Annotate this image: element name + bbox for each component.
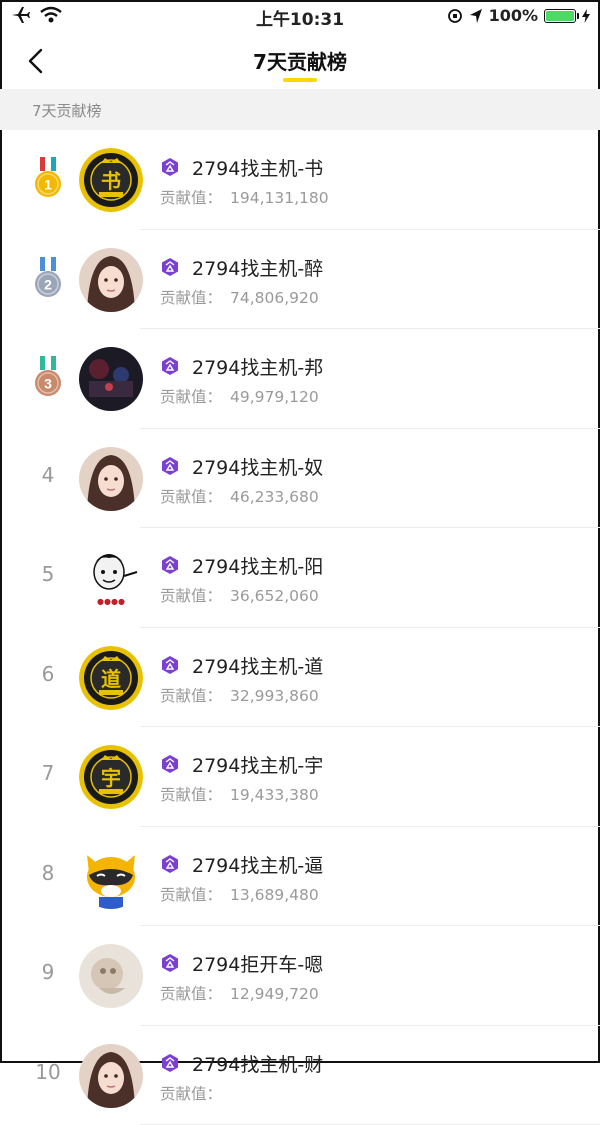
- level-badge-icon: [160, 655, 180, 675]
- charging-icon: [582, 9, 590, 23]
- leaderboard-list: 1 书 2794找主机-书 贡献值： 194,131,180 2: [0, 130, 600, 1125]
- rank-number: 7: [30, 761, 66, 785]
- user-name: 2794找主机-邦: [192, 353, 323, 380]
- level-badge-icon: [160, 754, 180, 774]
- status-right: 100%: [447, 6, 590, 25]
- contribution-label: 贡献值：: [160, 886, 222, 904]
- contribution-label: 贡献值：: [160, 289, 222, 307]
- avatar[interactable]: 宇: [79, 745, 143, 809]
- contribution-label: 贡献值：: [160, 587, 222, 605]
- level-badge-icon: [160, 953, 180, 973]
- user-name: 2794找主机-宇: [192, 751, 323, 778]
- svg-text:宇: 宇: [101, 766, 121, 790]
- contribution-value: 32,993,860: [230, 687, 319, 705]
- leaderboard-row[interactable]: 7 宇 2794找主机-宇 贡献值： 19,433,380: [0, 727, 600, 827]
- contribution-label: 贡献值：: [160, 1085, 222, 1103]
- svg-text:道: 道: [101, 667, 121, 691]
- contribution-line: 贡献值： 32,993,860: [160, 684, 319, 706]
- user-name: 2794找主机-奴: [192, 453, 323, 480]
- avatar[interactable]: 书: [79, 148, 143, 212]
- svg-text:1: 1: [44, 177, 52, 193]
- level-badge-icon: [160, 456, 180, 476]
- title-underline: [283, 78, 317, 82]
- contribution-label: 贡献值：: [160, 786, 222, 804]
- rotation-lock-icon: [447, 8, 463, 24]
- rank-number: 9: [30, 960, 66, 984]
- contribution-line: 贡献值： 13,689,480: [160, 883, 319, 905]
- status-bar: 上午10:31 100%: [0, 0, 600, 34]
- leaderboard-row[interactable]: 6 道 2794找主机-道 贡献值： 32,993,860: [0, 628, 600, 728]
- leaderboard-row[interactable]: 9 2794拒开车-嗯 贡献值： 12,949,720: [0, 926, 600, 1026]
- level-badge-icon: [160, 356, 180, 376]
- contribution-value: 194,131,180: [230, 189, 329, 207]
- svg-text:3: 3: [44, 376, 52, 392]
- rank-number: 8: [30, 861, 66, 885]
- user-name: 2794找主机-逼: [192, 851, 323, 878]
- level-badge-icon: [160, 854, 180, 874]
- avatar[interactable]: [79, 447, 143, 511]
- leaderboard-row[interactable]: 2 2794找主机-醉 贡献值： 74,806,920: [0, 230, 600, 330]
- contribution-label: 贡献值：: [160, 189, 222, 207]
- section-label: 7天贡献榜: [32, 100, 102, 121]
- user-name: 2794找主机-醉: [192, 254, 323, 281]
- level-badge-icon: [160, 257, 180, 277]
- user-name: 2794找主机-道: [192, 652, 323, 679]
- leaderboard-row[interactable]: 10 2794找主机-财 贡献值：: [0, 1026, 600, 1125]
- contribution-line: 贡献值：: [160, 1082, 230, 1104]
- avatar[interactable]: [79, 248, 143, 312]
- leaderboard-row[interactable]: 5 ●●●● 2794找主机-阳 贡献值： 36,652,060: [0, 528, 600, 628]
- leaderboard-row[interactable]: 8 2794找主机-逼 贡献值： 13,689,480: [0, 827, 600, 927]
- battery-icon: [544, 9, 576, 23]
- contribution-line: 贡献值： 49,979,120: [160, 385, 319, 407]
- contribution-label: 贡献值：: [160, 488, 222, 506]
- svg-text:书: 书: [101, 169, 121, 193]
- contribution-label: 贡献值：: [160, 687, 222, 705]
- level-badge-icon: [160, 157, 180, 177]
- battery-percent: 100%: [489, 6, 538, 25]
- rank-number: 4: [30, 463, 66, 487]
- avatar[interactable]: [79, 944, 143, 1008]
- rank-number: 6: [30, 662, 66, 686]
- svg-text:2: 2: [44, 276, 52, 292]
- avatar[interactable]: [79, 845, 143, 909]
- contribution-value: 13,689,480: [230, 886, 319, 904]
- contribution-line: 贡献值： 36,652,060: [160, 584, 319, 606]
- contribution-value: 36,652,060: [230, 587, 319, 605]
- rank-medal-icon: 2: [33, 257, 63, 299]
- contribution-line: 贡献值： 19,433,380: [160, 783, 319, 805]
- level-badge-icon: [160, 555, 180, 575]
- contribution-label: 贡献值：: [160, 388, 222, 406]
- contribution-value: 49,979,120: [230, 388, 319, 406]
- nav-bar: 7天贡献榜: [0, 34, 600, 88]
- user-name: 2794找主机-阳: [192, 552, 323, 579]
- contribution-line: 贡献值： 46,233,680: [160, 485, 319, 507]
- rank-number: 10: [30, 1060, 66, 1084]
- location-arrow-icon: [469, 8, 483, 24]
- avatar[interactable]: [79, 1044, 143, 1108]
- avatar[interactable]: 道: [79, 646, 143, 710]
- contribution-value: 46,233,680: [230, 488, 319, 506]
- contribution-line: 贡献值： 194,131,180: [160, 186, 329, 208]
- leaderboard-row[interactable]: 4 2794找主机-奴 贡献值： 46,233,680: [0, 429, 600, 529]
- rank-number: 5: [30, 562, 66, 586]
- contribution-line: 贡献值： 12,949,720: [160, 982, 319, 1004]
- avatar[interactable]: [79, 347, 143, 411]
- contribution-line: 贡献值： 74,806,920: [160, 286, 319, 308]
- contribution-value: 12,949,720: [230, 985, 319, 1003]
- page-title: 7天贡献榜: [0, 46, 600, 75]
- leaderboard-row[interactable]: 3 2794找主机-邦 贡献值： 49,979,120: [0, 329, 600, 429]
- section-header: 7天贡献榜: [0, 89, 600, 130]
- rank-medal-icon: 1: [33, 157, 63, 199]
- svg-text:●●●●: ●●●●: [97, 597, 125, 606]
- user-name: 2794找主机-书: [192, 154, 323, 181]
- rank-medal-icon: 3: [33, 356, 63, 398]
- user-name: 2794拒开车-嗯: [192, 950, 323, 977]
- avatar[interactable]: ●●●●: [79, 546, 143, 610]
- contribution-value: 19,433,380: [230, 786, 319, 804]
- contribution-label: 贡献值：: [160, 985, 222, 1003]
- leaderboard-row[interactable]: 1 书 2794找主机-书 贡献值： 194,131,180: [0, 130, 600, 230]
- user-name: 2794找主机-财: [192, 1050, 323, 1077]
- contribution-value: 74,806,920: [230, 289, 319, 307]
